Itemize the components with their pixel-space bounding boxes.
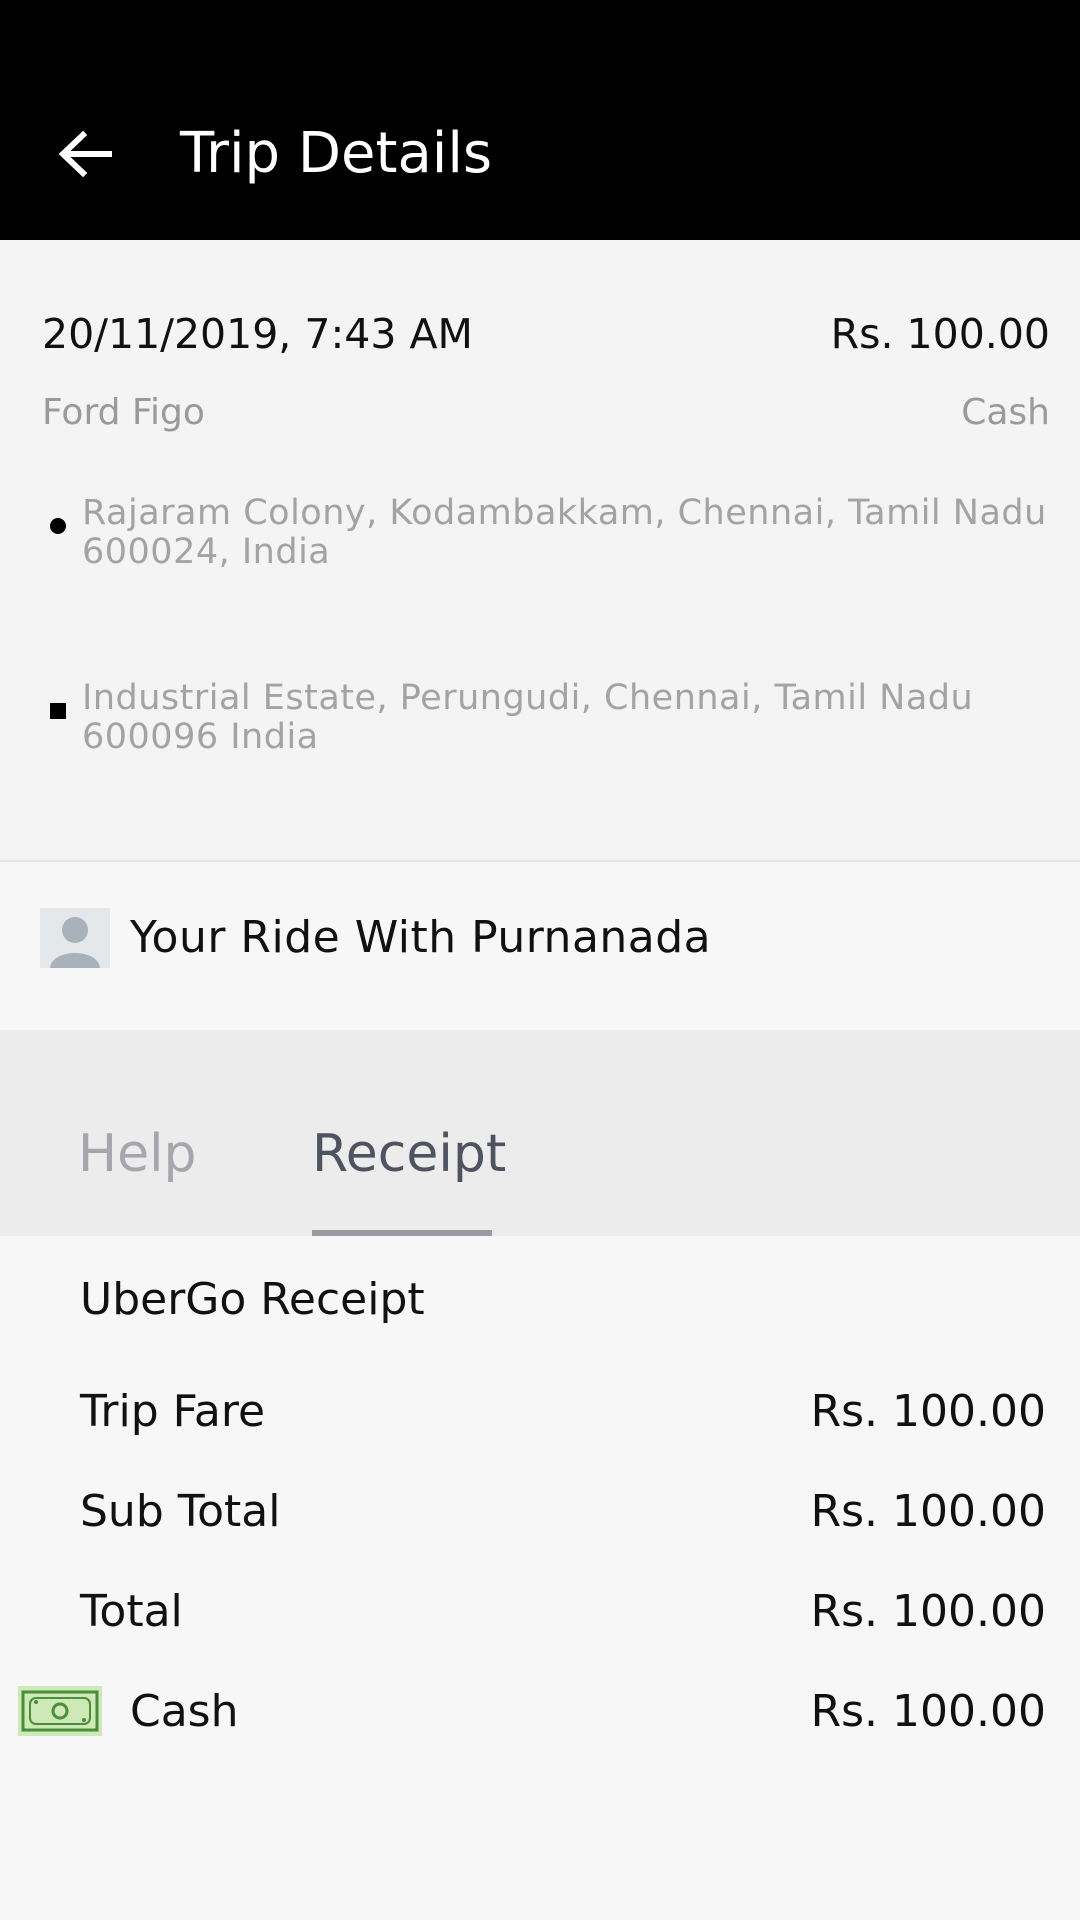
line-value: Rs. 100.00 — [810, 1386, 1046, 1437]
person-icon — [40, 908, 110, 968]
receipt-line: Sub Total Rs. 100.00 — [0, 1484, 1080, 1544]
dropoff-address: Industrial Estate, Perungudi, Chennai, T… — [82, 678, 974, 757]
car-model: Ford Figo — [42, 392, 205, 433]
tab-receipt[interactable]: Receipt — [312, 1120, 506, 1188]
active-tab-indicator — [312, 1230, 492, 1236]
receipt-line: Trip Fare Rs. 100.00 — [0, 1384, 1080, 1444]
pickup-dot-icon — [50, 518, 66, 534]
receipt-title: UberGo Receipt — [80, 1274, 425, 1325]
receipt-line: Total Rs. 100.00 — [0, 1584, 1080, 1644]
line-label: Sub Total — [80, 1486, 281, 1537]
pickup-address: Rajaram Colony, Kodambakkam, Chennai, Ta… — [82, 493, 1047, 572]
tab-help[interactable]: Help — [78, 1120, 197, 1188]
trip-fare: Rs. 100.00 — [830, 310, 1050, 358]
payment-value: Rs. 100.00 — [810, 1686, 1046, 1737]
avatar — [40, 908, 110, 968]
app-bar: Trip Details — [0, 0, 1080, 240]
payment-line: Rs. 100.00 — [0, 1684, 1080, 1744]
back-button[interactable] — [40, 114, 130, 194]
line-value: Rs. 100.00 — [810, 1586, 1046, 1637]
page-title: Trip Details — [180, 121, 493, 186]
line-value: Rs. 100.00 — [810, 1486, 1046, 1537]
driver-name: Your Ride With Purnanada — [130, 912, 712, 963]
line-label: Trip Fare — [80, 1386, 266, 1437]
dropoff-square-icon — [50, 703, 66, 719]
payment-method: Cash — [961, 392, 1050, 433]
trip-datetime: 20/11/2019, 7:43 AM — [42, 310, 473, 358]
back-arrow-icon — [58, 130, 112, 178]
line-label: Total — [80, 1586, 183, 1637]
